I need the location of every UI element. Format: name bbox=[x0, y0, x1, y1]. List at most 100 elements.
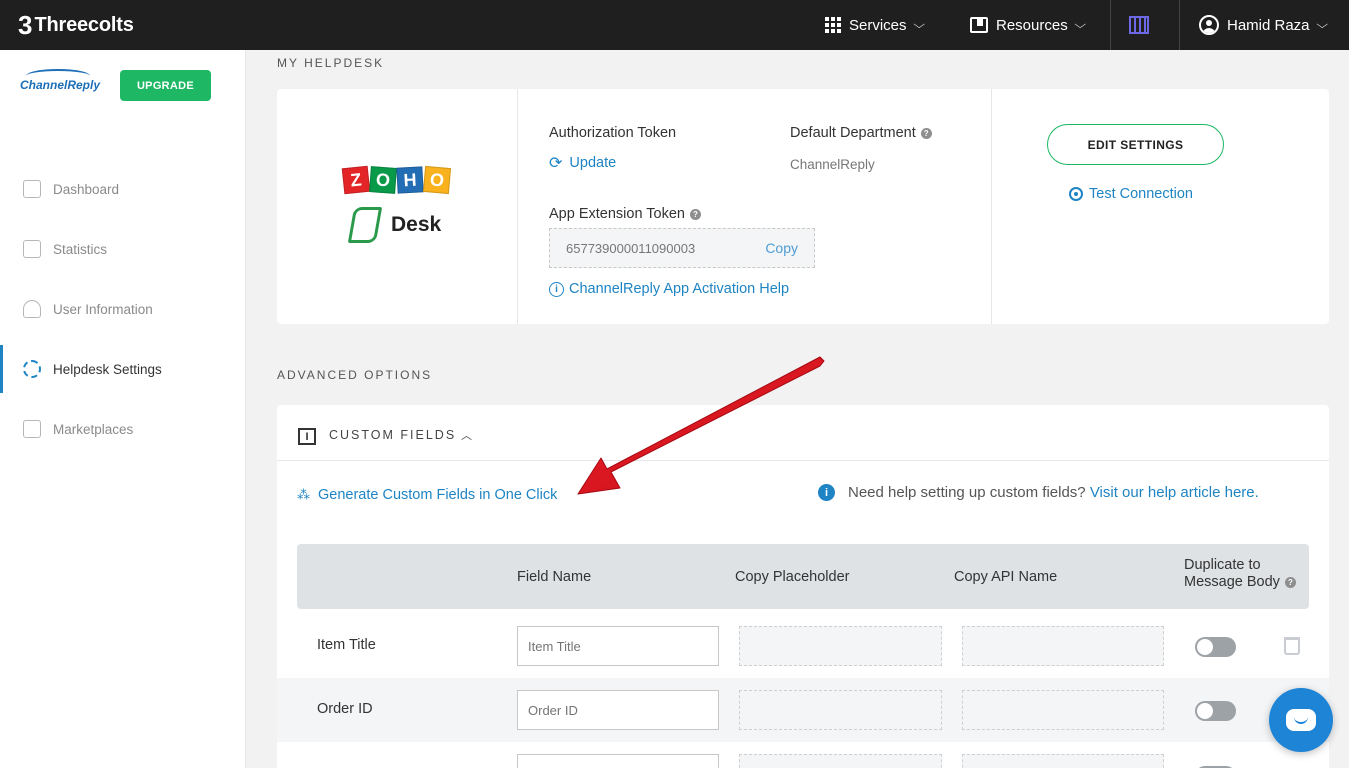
zoho-letter: Z bbox=[341, 165, 371, 195]
desk-label: Desk bbox=[391, 213, 442, 236]
magic-wand-icon: ⁂ bbox=[297, 487, 310, 502]
building-icon bbox=[1129, 16, 1149, 34]
copy-token-button[interactable]: Copy bbox=[765, 240, 798, 256]
divider bbox=[991, 89, 992, 324]
generate-custom-fields-link[interactable]: ⁂ Generate Custom Fields in One Click bbox=[297, 487, 557, 503]
zoho-logo: Z O H O bbox=[341, 165, 452, 195]
app-ext-token-field: 657739000011090003 Copy bbox=[549, 228, 815, 268]
table-row bbox=[277, 742, 1329, 768]
auth-token-label: Authorization Token bbox=[549, 125, 677, 141]
column-header-copy-placeholder: Copy Placeholder bbox=[735, 569, 850, 585]
activation-help-label: ChannelReply App Activation Help bbox=[569, 281, 790, 297]
refresh-icon: ⟳ bbox=[549, 155, 563, 172]
copy-api-name-box[interactable] bbox=[962, 754, 1164, 768]
help-text: Need help setting up custom fields? bbox=[848, 484, 1086, 501]
trash-icon[interactable] bbox=[1284, 637, 1300, 655]
help-icon[interactable]: ? bbox=[920, 127, 932, 139]
info-icon: i bbox=[549, 281, 564, 297]
divider bbox=[517, 89, 518, 324]
test-connection-link[interactable]: Test Connection bbox=[1069, 186, 1193, 202]
copy-api-name-box[interactable] bbox=[962, 626, 1164, 666]
top-bar: 3 Threecolts Services ⌵ Resources ⌵ Hami… bbox=[0, 0, 1349, 50]
sidebar-item-dashboard[interactable]: Dashboard bbox=[0, 165, 246, 213]
chevron-down-icon: ⌵ bbox=[1315, 18, 1328, 31]
activation-help-link[interactable]: i ChannelReply App Activation Help bbox=[549, 281, 789, 297]
user-menu[interactable]: Hamid Raza ⌵ bbox=[1199, 0, 1328, 50]
column-header-copy-api-name: Copy API Name bbox=[954, 569, 1058, 585]
home-icon bbox=[23, 180, 41, 198]
chat-widget-button[interactable] bbox=[1269, 688, 1333, 752]
column-header-field-name: Field Name bbox=[517, 569, 592, 585]
table-row: Item Title bbox=[277, 614, 1329, 678]
zoho-letter: H bbox=[396, 166, 424, 194]
generate-custom-fields-label: Generate Custom Fields in One Click bbox=[318, 487, 558, 503]
duplicate-toggle[interactable] bbox=[1195, 637, 1236, 657]
organization-button[interactable] bbox=[1129, 0, 1149, 50]
book-icon bbox=[970, 17, 988, 33]
chevron-down-icon: ⌵ bbox=[1074, 18, 1086, 31]
sidebar-item-label: Helpdesk Settings bbox=[53, 361, 162, 377]
chevron-down-icon: ⌵ bbox=[912, 18, 925, 31]
column-header-duplicate: Duplicate to Message Body? bbox=[1184, 557, 1304, 591]
app-ext-token-text: App Extension Token bbox=[549, 206, 685, 222]
broadcast-icon bbox=[1069, 187, 1083, 201]
sidebar-item-statistics[interactable]: Statistics bbox=[0, 225, 246, 273]
user-icon bbox=[23, 300, 41, 318]
clipboard-icon bbox=[23, 240, 41, 258]
custom-fields-header[interactable]: I CUSTOM FIELDS ︿ bbox=[277, 405, 1329, 461]
zoho-letter: O bbox=[422, 165, 452, 195]
chevron-up-icon: ︿ bbox=[461, 430, 472, 442]
logo-swoosh-icon bbox=[26, 69, 90, 83]
my-helpdesk-heading: MY HELPDESK bbox=[277, 56, 385, 70]
update-label: Update bbox=[569, 155, 617, 171]
threecolts-logo[interactable]: 3 Threecolts bbox=[18, 10, 134, 40]
sidebar-item-label: Dashboard bbox=[53, 181, 120, 197]
channelreply-logo[interactable]: ChannelReply bbox=[20, 69, 100, 92]
custom-fields-title: CUSTOM FIELDS bbox=[329, 428, 457, 442]
user-name: Hamid Raza bbox=[1227, 16, 1310, 34]
field-name-input[interactable] bbox=[517, 626, 719, 666]
default-dept-text: Default Department bbox=[790, 125, 916, 141]
services-menu[interactable]: Services ⌵ bbox=[825, 0, 925, 50]
help-icon[interactable]: ? bbox=[1284, 576, 1296, 588]
table-header: Field Name Copy Placeholder Copy API Nam… bbox=[297, 544, 1309, 609]
sidebar-item-marketplaces[interactable]: Marketplaces bbox=[0, 405, 246, 453]
test-connection-label: Test Connection bbox=[1089, 186, 1193, 202]
sidebar-item-helpdesk-settings[interactable]: Helpdesk Settings bbox=[0, 345, 246, 393]
custom-fields-help: Need help setting up custom fields? Visi… bbox=[848, 482, 1288, 503]
divider bbox=[1110, 0, 1111, 50]
row-label: Item Title bbox=[317, 637, 376, 653]
copy-placeholder-box[interactable] bbox=[739, 626, 942, 666]
text-cursor-icon: I bbox=[298, 428, 316, 445]
app-ext-token-label: App Extension Token? bbox=[549, 206, 701, 222]
grid-icon bbox=[825, 17, 841, 33]
divider bbox=[1179, 0, 1180, 50]
default-dept-value: ChannelReply bbox=[790, 157, 875, 172]
field-name-input[interactable] bbox=[517, 754, 719, 768]
resources-menu[interactable]: Resources ⌵ bbox=[970, 0, 1086, 50]
default-dept-label: Default Department? bbox=[790, 125, 932, 141]
services-label: Services bbox=[849, 16, 907, 34]
sidebar: ChannelReply UPGRADE Dashboard Statistic… bbox=[0, 50, 246, 768]
copy-placeholder-box[interactable] bbox=[739, 754, 942, 768]
update-token-link[interactable]: ⟳ Update bbox=[549, 153, 616, 173]
upgrade-button[interactable]: UPGRADE bbox=[120, 70, 211, 101]
resources-label: Resources bbox=[996, 16, 1068, 34]
sidebar-item-user-information[interactable]: User Information bbox=[0, 285, 246, 333]
help-article-link[interactable]: Visit our help article here. bbox=[1090, 484, 1259, 501]
zoho-desk-logo: Desk bbox=[347, 207, 442, 243]
copy-api-name-box[interactable] bbox=[962, 690, 1164, 730]
help-icon[interactable]: ? bbox=[689, 208, 701, 220]
duplicate-label: Duplicate to Message Body bbox=[1184, 557, 1280, 590]
copy-placeholder-box[interactable] bbox=[739, 690, 942, 730]
field-name-input[interactable] bbox=[517, 690, 719, 730]
duplicate-toggle[interactable] bbox=[1195, 701, 1236, 721]
row-label: Order ID bbox=[317, 701, 373, 717]
app-ext-token-value: 657739000011090003 bbox=[566, 240, 696, 256]
edit-settings-button[interactable]: EDIT SETTINGS bbox=[1047, 124, 1224, 165]
store-icon bbox=[23, 420, 41, 438]
table-row: Order ID bbox=[277, 678, 1329, 742]
info-icon: i bbox=[818, 484, 835, 501]
brand-name: Threecolts bbox=[34, 13, 134, 36]
threecolts-mark-icon: 3 bbox=[18, 10, 33, 40]
